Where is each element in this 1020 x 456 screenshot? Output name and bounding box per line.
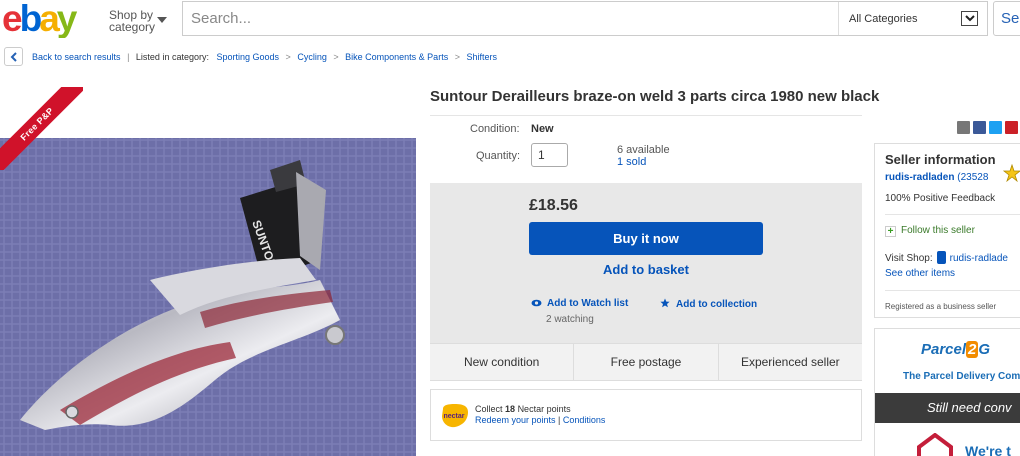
registered-business-seller: Registered as a business seller <box>885 302 997 311</box>
ad-bottom-text: We're t <box>965 443 1011 456</box>
seller-score[interactable]: (23528 <box>957 172 988 183</box>
facebook-icon[interactable] <box>973 121 986 134</box>
email-icon[interactable] <box>957 121 970 134</box>
ad-banner-text: Still need conv <box>927 400 1012 415</box>
search-button[interactable]: Se <box>993 1 1020 36</box>
watch-list-label: Add to Watch list <box>547 298 629 309</box>
category-select[interactable]: All Categories <box>838 2 987 35</box>
ad-logo: Parcel 2 G <box>921 341 991 358</box>
breadcrumb-item-cycling[interactable]: Cycling <box>297 52 327 62</box>
shop-by-line2: category <box>109 20 156 34</box>
breadcrumb-item-bike-components[interactable]: Bike Components & Parts <box>345 52 448 62</box>
follow-seller-label: Follow this seller <box>901 225 975 236</box>
highlight-experienced-seller: Experienced seller <box>740 355 840 369</box>
ad-banner: Still need conv <box>875 393 1020 423</box>
eye-icon <box>531 299 542 307</box>
nectar-points-label: Nectar points <box>517 404 571 414</box>
item-title: Suntour Derailleurs braze-on weld 3 part… <box>430 88 880 105</box>
price: £18.56 <box>529 197 578 214</box>
add-to-basket-button[interactable]: Add to basket <box>529 262 763 280</box>
breadcrumb-item-sporting-goods[interactable]: Sporting Goods <box>216 52 279 62</box>
search-input[interactable] <box>184 2 836 35</box>
follow-seller-button[interactable]: + Follow this seller <box>885 225 975 237</box>
add-to-collection-link[interactable]: Add to collection <box>660 298 757 310</box>
free-shipping-ribbon: Free P&P <box>0 87 83 170</box>
free-shipping-badge: Free P&P <box>0 87 83 170</box>
listed-in-label: Listed in category: <box>135 52 209 62</box>
breadcrumb: Back to search results | Listed in categ… <box>32 52 497 62</box>
visit-shop-row: Visit Shop: rudis-radlade <box>885 251 1008 264</box>
visit-shop-label: Visit Shop: <box>885 253 933 264</box>
seller-info-panel: Seller information rudis-radladen (23528… <box>874 143 1020 318</box>
nectar-conditions-link[interactable]: Conditions <box>563 415 606 425</box>
category-select-label: All Categories <box>849 13 918 25</box>
available-count: 6 available <box>617 144 670 156</box>
chevron-down-icon <box>961 11 978 26</box>
positive-feedback: 100% Positive Feedback <box>885 193 996 204</box>
shop-by-category[interactable]: Shop by category <box>109 9 167 34</box>
highlight-free-postage: Free postage <box>574 344 719 380</box>
ebay-logo[interactable]: ebay <box>2 0 98 38</box>
breadcrumb-separator: > <box>285 52 291 62</box>
condition-value: New <box>531 123 554 135</box>
nectar-collect-label: Collect <box>475 404 503 414</box>
collection-label: Add to collection <box>676 299 758 310</box>
seller-info-title: Seller information <box>885 152 996 167</box>
shop-icon <box>936 251 946 264</box>
seller-name-row: rudis-radladen (23528 <box>885 172 988 183</box>
back-to-search-link[interactable]: Back to search results <box>32 52 121 62</box>
parcel2go-ad[interactable]: Parcel 2 G The Parcel Delivery Com Still n… <box>874 328 1020 456</box>
see-other-items-link[interactable]: See other items <box>885 268 955 279</box>
breadcrumb-divider: | <box>127 52 130 62</box>
nectar-points-value: 18 <box>505 404 516 414</box>
ad-tagline: The Parcel Delivery Com <box>903 371 1020 382</box>
twitter-icon[interactable] <box>989 121 1002 134</box>
availability: 6 available 1 sold <box>617 144 670 168</box>
plus-icon: + <box>885 226 896 237</box>
quantity-input[interactable] <box>531 143 568 167</box>
quantity-label: Quantity: <box>476 150 521 162</box>
svg-text:ebay: ebay <box>2 0 78 38</box>
pinterest-icon[interactable] <box>1005 121 1018 134</box>
breadcrumb-item-shifters[interactable]: Shifters <box>467 52 498 62</box>
breadcrumb-separator: > <box>333 52 339 62</box>
chevron-left-icon <box>10 52 17 62</box>
condition-label: Condition: <box>470 123 520 135</box>
title-divider <box>430 115 862 116</box>
nectar-logo: nectar <box>442 404 468 428</box>
sold-count-link[interactable]: 1 sold <box>617 156 670 168</box>
highlight-new-condition: New condition <box>430 344 575 380</box>
seller-name-link[interactable]: rudis-radladen <box>885 172 954 183</box>
buy-it-now-button[interactable]: Buy it now <box>529 222 763 255</box>
house-icon <box>917 433 953 456</box>
nectar-text: Collect 18 Nectar points Redeem your poi… <box>475 404 606 425</box>
star-icon <box>660 298 670 308</box>
nectar-points-box: nectar Collect 18 Nectar points Redeem y… <box>430 389 862 441</box>
search-bar: All Categories <box>182 1 988 36</box>
redeem-points-link[interactable]: Redeem your points <box>475 415 556 425</box>
shop-name-link[interactable]: rudis-radlade <box>950 253 1008 264</box>
item-highlights: New condition Free postage Experienced s… <box>430 343 862 381</box>
breadcrumb-separator: > <box>454 52 460 62</box>
seller-divider <box>885 290 1020 291</box>
watching-count: 2 watching <box>546 314 594 325</box>
share-icons <box>957 121 1018 134</box>
seller-star-icon <box>1003 164 1020 183</box>
svg-text:nectar: nectar <box>444 413 465 420</box>
seller-divider <box>885 214 1020 215</box>
caret-down-icon <box>157 17 167 23</box>
back-button[interactable] <box>4 47 23 66</box>
add-to-watch-list-link[interactable]: Add to Watch list <box>531 298 628 309</box>
